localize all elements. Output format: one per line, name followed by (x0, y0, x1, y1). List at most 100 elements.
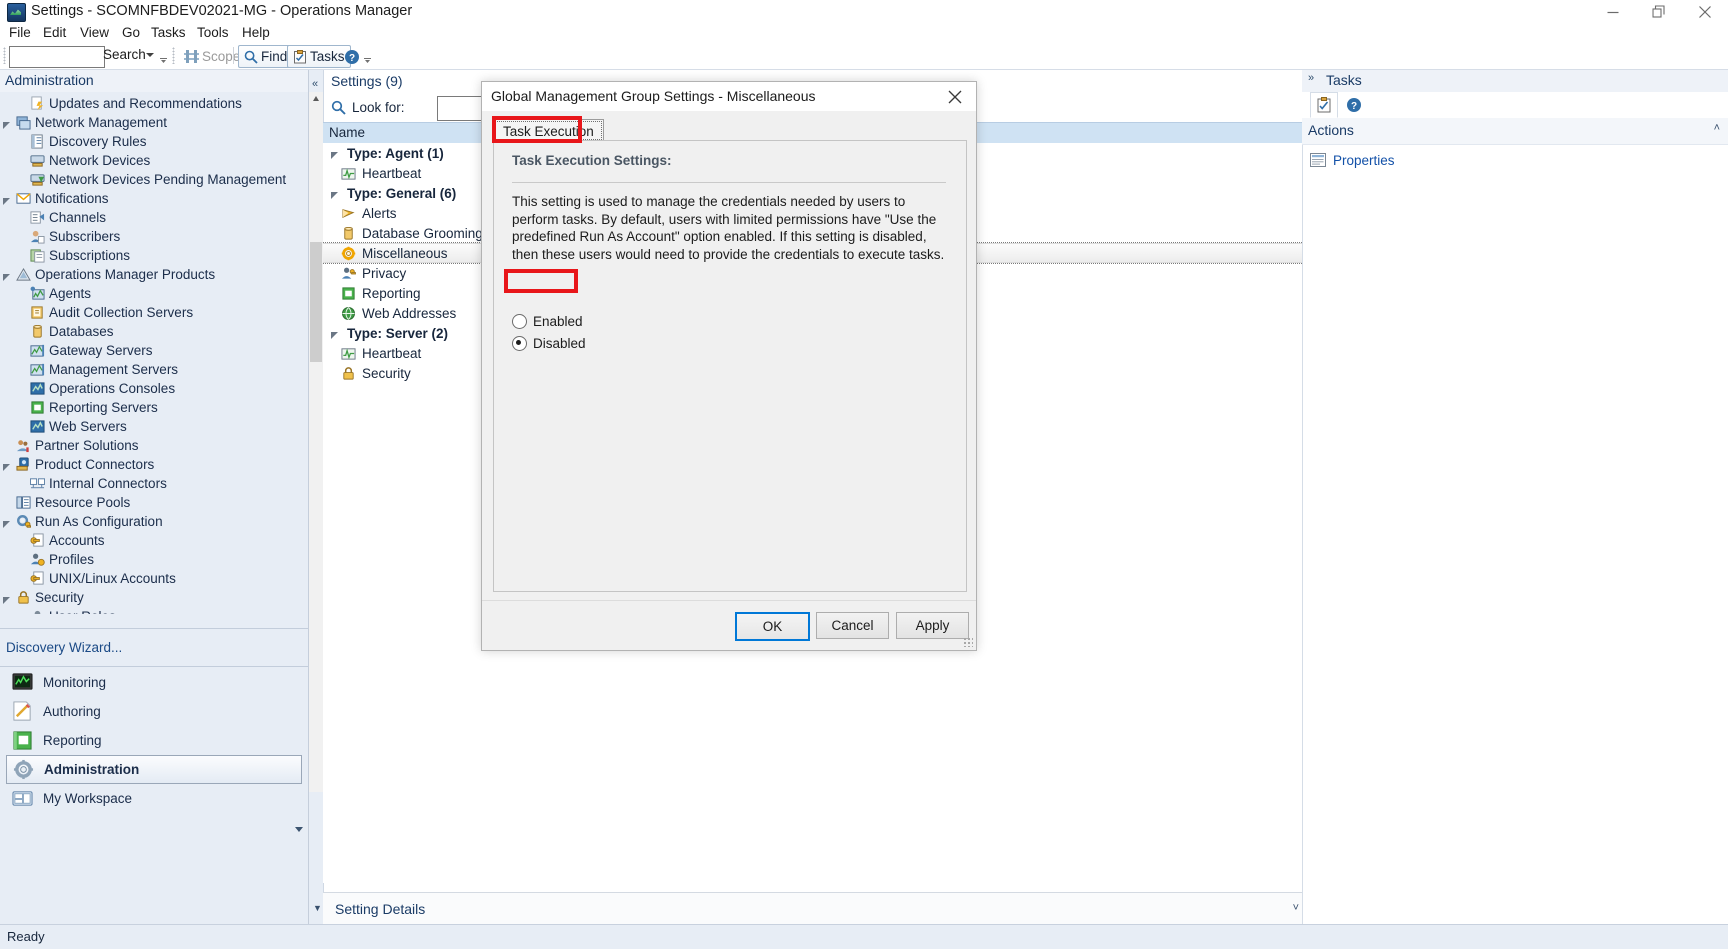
nav-button-monitoring[interactable]: Monitoring (6, 668, 302, 697)
tree-item-security[interactable]: Security (0, 588, 292, 607)
chevron-down-icon[interactable] (292, 822, 306, 836)
close-icon[interactable] (1682, 0, 1728, 23)
tab-tasks[interactable] (1310, 92, 1338, 118)
tree-item-operations-consoles[interactable]: Operations Consoles (0, 379, 292, 398)
administration-tree[interactable]: Updates and Recommendations Network Manag… (0, 94, 292, 614)
tree-item-product-connectors[interactable]: Product Connectors (0, 455, 292, 474)
menu-edit[interactable]: Edit (38, 24, 71, 41)
ok-button[interactable]: OK (735, 612, 810, 641)
restore-icon[interactable] (1636, 0, 1682, 23)
expand-collapse-icon[interactable] (330, 188, 340, 199)
radio-enabled[interactable]: Enabled (512, 311, 583, 331)
tab-task-execution[interactable]: Task Execution (493, 119, 604, 142)
scope-button[interactable]: Scope (178, 45, 246, 68)
menu-tasks[interactable]: Tasks (146, 24, 191, 41)
menu-tools[interactable]: Tools (192, 24, 234, 41)
expand-details-chevron-icon[interactable]: ˅ (1293, 902, 1299, 914)
nav-button-label: Administration (44, 762, 140, 777)
tree-item-user-roles[interactable]: User Roles (0, 607, 292, 614)
expand-collapse-icon[interactable] (2, 270, 12, 281)
apply-button[interactable]: Apply (896, 612, 969, 639)
expand-collapse-icon[interactable] (2, 517, 12, 528)
setting-details-bar[interactable]: ▼ Setting Details ˅ (313, 892, 1309, 925)
tree-item-operations-manager-products[interactable]: Operations Manager Products (0, 265, 292, 284)
help-button[interactable]: ? (338, 45, 366, 68)
tree-item-label: Agents (49, 286, 92, 301)
panel-description: This setting is used to manage the crede… (512, 194, 945, 262)
search-dropdown-label[interactable]: Search (103, 47, 146, 62)
tree-item-subscriptions[interactable]: Subscriptions (0, 246, 292, 265)
search-input[interactable] (9, 46, 105, 68)
action-properties[interactable]: Properties (1310, 150, 1395, 170)
chevron-right-icon[interactable]: » (1308, 72, 1314, 84)
tree-item-label: Audit Collection Servers (49, 305, 194, 320)
toolbar-grip-2[interactable] (172, 47, 175, 64)
menu-help[interactable]: Help (237, 24, 275, 41)
expand-collapse-icon[interactable] (2, 118, 12, 129)
tree-item-web-servers[interactable]: Web Servers (0, 417, 292, 436)
chevron-down-icon[interactable]: ▼ (313, 903, 322, 913)
menu-view[interactable]: View (75, 24, 114, 41)
scroll-up-icon[interactable] (309, 92, 323, 106)
expand-collapse-icon[interactable] (330, 148, 340, 159)
tree-item-channels[interactable]: Channels (0, 208, 292, 227)
nav-button-reporting[interactable]: Reporting (6, 726, 302, 755)
nav-button-administration[interactable]: Administration (6, 755, 302, 784)
tree-item-audit-collection-servers[interactable]: Audit Collection Servers (0, 303, 292, 322)
list-item-label: Heartbeat (362, 345, 422, 361)
tree-item-accounts[interactable]: Accounts (0, 531, 292, 550)
tree-item-updates-and-recommendations[interactable]: Updates and Recommendations (0, 94, 292, 113)
privacy-icon (341, 266, 356, 281)
divider (0, 628, 308, 629)
cancel-button[interactable]: Cancel (816, 612, 889, 639)
chevron-up-icon[interactable]: ˄ (1714, 122, 1720, 134)
discovery-wizard-link[interactable]: Discovery Wizard... (6, 640, 122, 655)
find-button[interactable]: Find (238, 45, 294, 68)
toolbar-overflow-button[interactable] (159, 48, 168, 64)
tree-item-network-devices[interactable]: Network Devices (0, 151, 292, 170)
tree-item-unix-linux-accounts[interactable]: UNIX/Linux Accounts (0, 569, 292, 588)
expand-collapse-icon[interactable] (2, 460, 12, 471)
tree-item-gateway-servers[interactable]: Gateway Servers (0, 341, 292, 360)
nav-button-my-workspace[interactable]: My Workspace (6, 784, 302, 813)
lock-icon (16, 590, 31, 605)
radio-disabled-indicator[interactable] (512, 335, 527, 351)
tree-item-management-servers[interactable]: Management Servers (0, 360, 292, 379)
expand-collapse-icon[interactable] (2, 194, 12, 205)
close-icon[interactable] (934, 82, 976, 111)
tree-item-profiles[interactable]: Profiles (0, 550, 292, 569)
tree-item-notifications[interactable]: Notifications (0, 189, 292, 208)
pane-collapse-strip[interactable]: « (309, 70, 324, 925)
tree-item-reporting-servers[interactable]: Reporting Servers (0, 398, 292, 417)
menu-go[interactable]: Go (117, 24, 145, 41)
toolbar-overflow-button-2[interactable] (363, 48, 372, 64)
resize-grip[interactable] (963, 637, 973, 647)
tree-item-agents[interactable]: Agents (0, 284, 292, 303)
minimize-icon[interactable] (1590, 0, 1636, 23)
chevron-left-icon[interactable]: « (312, 78, 318, 90)
list-vertical-scrollbar[interactable] (309, 92, 323, 792)
tree-item-databases[interactable]: Databases (0, 322, 292, 341)
tree-item-network-management[interactable]: Network Management (0, 113, 292, 132)
tree-item-discovery-rules[interactable]: Discovery Rules (0, 132, 292, 151)
tree-item-resource-pools[interactable]: Resource Pools (0, 493, 292, 512)
scrollbar-thumb[interactable] (310, 242, 322, 362)
tree-item-run-as-configuration[interactable]: Run As Configuration (0, 512, 292, 531)
expand-collapse-icon[interactable] (2, 593, 12, 604)
global-settings-dialog: Global Management Group Settings - Misce… (481, 81, 977, 651)
chevron-down-icon[interactable] (146, 53, 154, 57)
menu-file[interactable]: File (4, 24, 36, 41)
toolbar-grip[interactable] (3, 47, 6, 64)
panel-heading: Task Execution Settings: (512, 153, 672, 168)
tree-item-label: Internal Connectors (49, 476, 167, 491)
expand-collapse-icon[interactable] (330, 328, 340, 339)
tab-help[interactable]: ? (1340, 92, 1368, 118)
radio-disabled[interactable]: Disabled (512, 333, 586, 353)
tree-item-subscribers[interactable]: Subscribers (0, 227, 292, 246)
tree-item-network-devices-pending-management[interactable]: Network Devices Pending Management (0, 170, 292, 189)
radio-enabled-indicator[interactable] (512, 313, 527, 329)
radio-disabled-label: Disabled (533, 335, 586, 351)
nav-button-authoring[interactable]: Authoring (6, 697, 302, 726)
tree-item-internal-connectors[interactable]: Internal Connectors (0, 474, 292, 493)
tree-item-partner-solutions[interactable]: Partner Solutions (0, 436, 292, 455)
